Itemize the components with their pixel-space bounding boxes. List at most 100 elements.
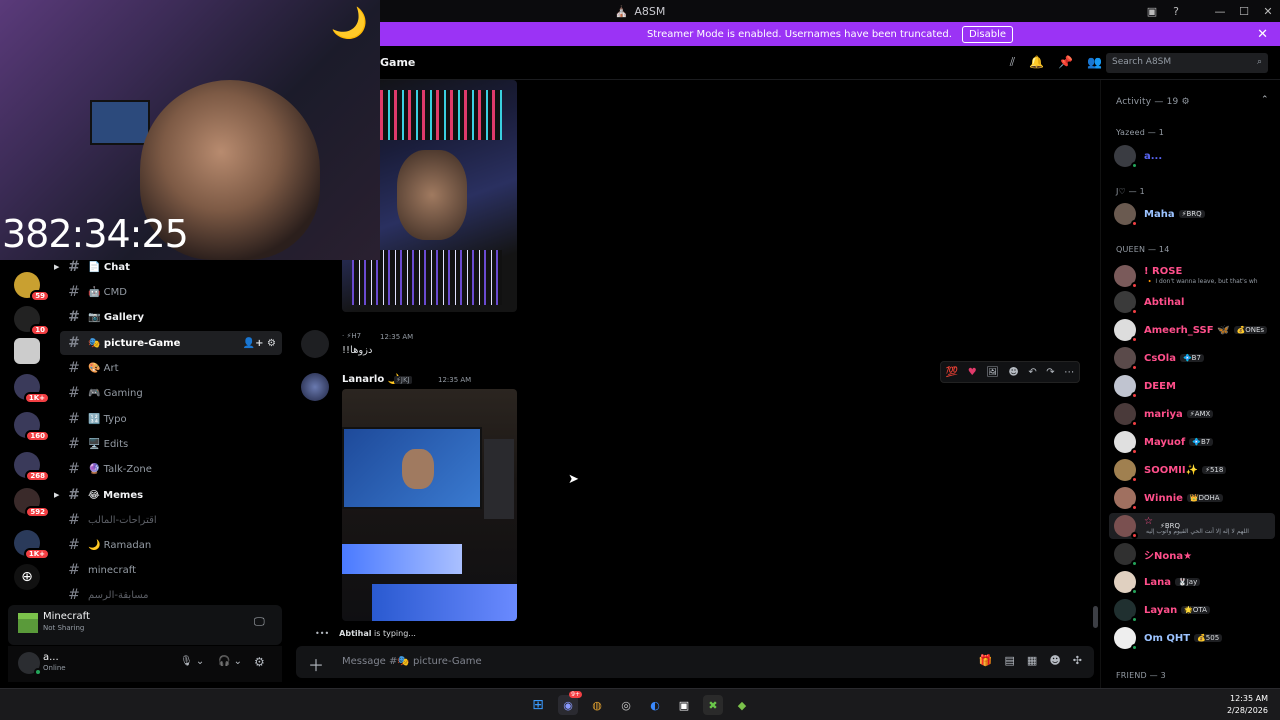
- add-attachment-icon[interactable]: ＋: [308, 652, 324, 676]
- hash-icon: #: [68, 360, 80, 376]
- channel-memes[interactable]: ▶ # 😂 Memes: [54, 483, 282, 507]
- member-item[interactable]: mariya ⚡AMX: [1109, 401, 1275, 427]
- member-item[interactable]: Winnie 👑DOHA: [1109, 485, 1275, 511]
- pin-icon[interactable]: 📌: [1058, 55, 1073, 70]
- channel-cmd[interactable]: # 🤖 CMD: [60, 280, 282, 304]
- channel-gallery[interactable]: # 📷 Gallery: [60, 305, 282, 329]
- hash-icon: #: [68, 587, 80, 603]
- reaction-100-icon[interactable]: 💯: [946, 367, 958, 378]
- disable-streamer-mode-button[interactable]: Disable: [961, 25, 1014, 43]
- message-author[interactable]: Lanarlo 🌙: [342, 374, 400, 385]
- member-item[interactable]: DEEM: [1109, 373, 1275, 399]
- member-item[interactable]: Lana 🐰Jay: [1109, 569, 1275, 595]
- message-input[interactable]: Message #🎭 picture-Game: [342, 656, 482, 667]
- server-icon[interactable]: 10: [14, 306, 50, 336]
- close-button[interactable]: ✕: [1256, 5, 1280, 18]
- stream-icon[interactable]: 🖵: [254, 615, 265, 629]
- gif-icon[interactable]: ▤: [1005, 654, 1015, 667]
- threads-icon[interactable]: ⫽: [1010, 55, 1015, 70]
- members-icon[interactable]: 👥: [1087, 55, 1102, 70]
- member-tag: ⚡518: [1202, 466, 1227, 474]
- minecraft-launcher-icon[interactable]: ◆: [732, 695, 752, 715]
- member-item[interactable]: Maha ⚡BRQ: [1109, 201, 1275, 227]
- settings-gear-icon[interactable]: ⚙: [254, 655, 265, 669]
- channel-picture-game[interactable]: # 🎭 picture-Game 👤+ ⚙: [60, 331, 282, 355]
- channel-typo[interactable]: # 🔢 Typo: [60, 407, 282, 431]
- reaction-heart-icon[interactable]: ♥: [968, 367, 977, 378]
- emoji-icon[interactable]: ☻: [1049, 654, 1060, 667]
- gift-icon[interactable]: 🎁: [979, 654, 993, 667]
- reply-icon[interactable]: ↶: [1028, 367, 1036, 378]
- activity-game: Minecraft: [43, 611, 90, 622]
- apps-icon[interactable]: ✣: [1073, 654, 1082, 667]
- member-item[interactable]: Ameerh_SSF 🦋 💰ONEs: [1109, 317, 1275, 343]
- edge-icon[interactable]: ◐: [645, 695, 665, 715]
- search-input[interactable]: Search A8SM ⌕: [1106, 53, 1268, 73]
- maximize-button[interactable]: ☐: [1232, 5, 1256, 18]
- reaction-custom-icon[interactable]: 🖼: [986, 367, 999, 378]
- channel-minecraft[interactable]: # minecraft: [60, 558, 282, 582]
- system-clock[interactable]: 12:35 AM 2/28/2026: [1227, 693, 1268, 717]
- member-item[interactable]: Abtihal: [1109, 289, 1275, 315]
- avatar[interactable]: [301, 330, 329, 358]
- typing-suffix: is typing...: [371, 629, 416, 638]
- help-icon[interactable]: ?: [1164, 5, 1188, 18]
- member-item[interactable]: Mayuof 💠B7: [1109, 429, 1275, 455]
- forward-icon[interactable]: ↷: [1046, 367, 1054, 378]
- invite-icon[interactable]: 👤+: [243, 338, 264, 349]
- capcut-icon[interactable]: ▣: [674, 695, 694, 715]
- avatar[interactable]: [301, 373, 329, 401]
- channel-ramadan[interactable]: # 🌙 Ramadan: [60, 533, 282, 557]
- windows-start-icon[interactable]: ⊞: [528, 695, 548, 715]
- microphone-icon[interactable]: 🎙 ⌄: [180, 656, 204, 667]
- avatar[interactable]: [18, 652, 42, 676]
- member-item[interactable]: ! ROSE 🔸 I don't wanna leave, but that's …: [1109, 263, 1275, 289]
- server-icon[interactable]: 59: [14, 272, 50, 302]
- channel-talk-zone[interactable]: # 🔮 Talk-Zone: [60, 457, 282, 481]
- add-reaction-icon[interactable]: ☻: [1008, 367, 1018, 378]
- clock-time: 12:35 AM: [1230, 694, 1268, 703]
- member-item[interactable]: Layan 🌟OTA: [1109, 597, 1275, 623]
- sticker-icon[interactable]: ▦: [1027, 654, 1037, 667]
- server-folder[interactable]: 268: [14, 452, 50, 482]
- screen-share-icon[interactable]: ▣: [1140, 5, 1164, 18]
- server-icon[interactable]: [14, 338, 40, 364]
- bell-icon[interactable]: 🔔: [1029, 55, 1044, 70]
- xbox-icon[interactable]: ✖: [703, 695, 723, 715]
- channel-art[interactable]: # 🎨 Art: [60, 356, 282, 380]
- gear-icon[interactable]: ⚙: [267, 338, 276, 349]
- message-attachment-image[interactable]: [342, 389, 517, 621]
- typing-indicator: ••• Abtihal is typing...: [315, 629, 416, 638]
- channel-list: ▶ # 📄 Chat # 🤖 CMD # 📷 Gallery # 🎭 picture-Ga…: [52, 259, 290, 607]
- channel-suggestions[interactable]: # اقتراحات-المالب: [60, 508, 282, 532]
- more-icon[interactable]: ⋯: [1064, 367, 1074, 378]
- message-text: !!دزوها: [342, 345, 373, 356]
- channel-drawing-contest[interactable]: # مسابقة-الرسم: [60, 583, 282, 607]
- member-item[interactable]: SOOMII✨ ⚡518: [1109, 457, 1275, 483]
- chrome-icon[interactable]: ◍: [587, 695, 607, 715]
- member-item[interactable]: a...: [1109, 143, 1275, 169]
- collapse-chevron-icon[interactable]: ⌃: [1261, 95, 1269, 105]
- obs-icon[interactable]: ◎: [616, 695, 636, 715]
- channel-gaming[interactable]: # 🎮 Gaming: [60, 381, 282, 405]
- member-item[interactable]: シNona★: [1109, 541, 1275, 567]
- server-folder[interactable]: 592: [14, 488, 50, 518]
- server-folder[interactable]: 1K+: [14, 530, 50, 560]
- member-item[interactable]: Om QHT 💰505: [1109, 625, 1275, 651]
- minimize-button[interactable]: —: [1208, 5, 1232, 18]
- moon-icon: 🌙: [330, 6, 368, 41]
- headphones-icon[interactable]: 🎧 ⌄: [218, 656, 242, 667]
- member-tag: ⚡BRQ: [1178, 210, 1205, 218]
- section-header: FRIEND — 3: [1116, 671, 1166, 680]
- server-folder[interactable]: 160: [14, 412, 50, 442]
- member-item[interactable]: ☆ ⚡BRQ اللهم لا إله إلا أنت الحي القيوم وأ…: [1109, 513, 1275, 539]
- message-composer[interactable]: ＋ Message #🎭 picture-Game 🎁 ▤ ▦ ☻ ✣: [296, 646, 1094, 678]
- server-folder[interactable]: 1K+: [14, 374, 50, 404]
- member-name: DEEM: [1144, 380, 1176, 392]
- add-server-icon[interactable]: ⊕: [14, 564, 40, 590]
- member-item[interactable]: CsOla 💠B7: [1109, 345, 1275, 371]
- discord-icon[interactable]: ◉ 9+: [558, 691, 582, 715]
- channel-edits[interactable]: # 🖥️ Edits: [60, 432, 282, 456]
- scrollbar-thumb[interactable]: [1093, 606, 1098, 628]
- close-banner-icon[interactable]: ✕: [1257, 27, 1268, 42]
